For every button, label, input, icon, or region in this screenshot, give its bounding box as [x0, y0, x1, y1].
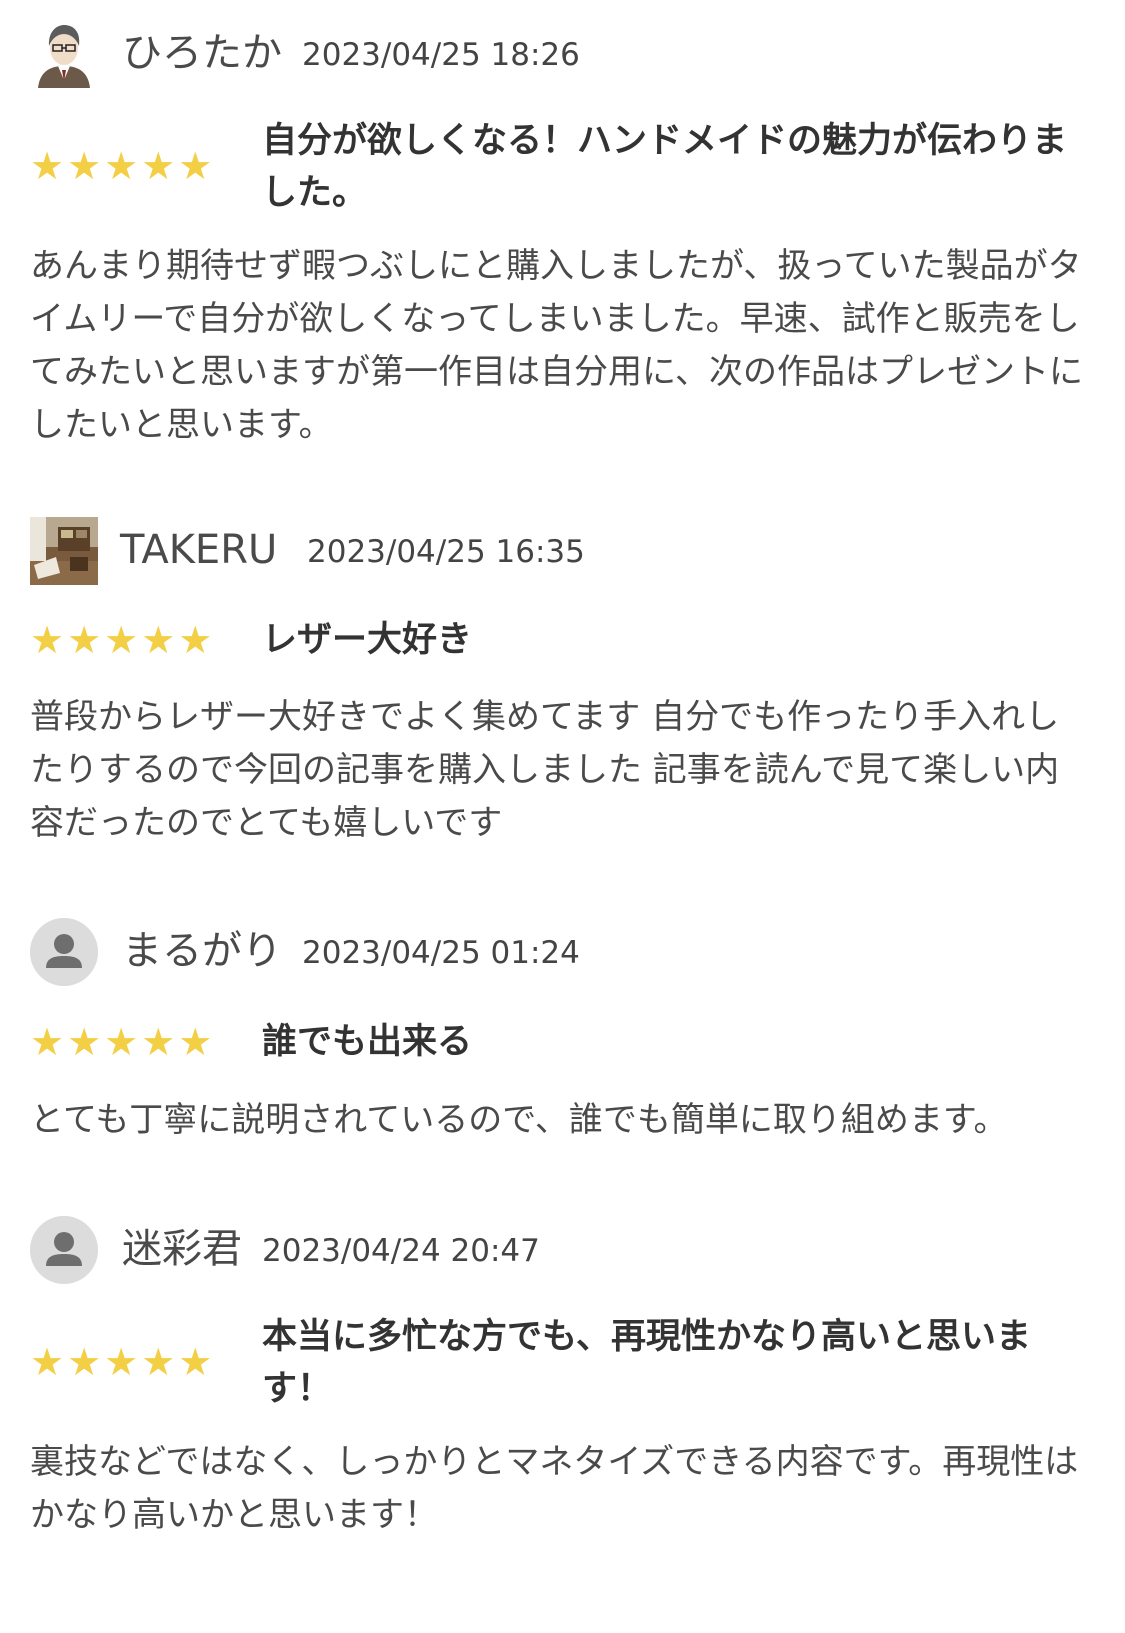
- username[interactable]: ひろたか: [122, 28, 282, 78]
- default-user-icon: [30, 918, 98, 986]
- room-photo-icon: [30, 517, 98, 585]
- review-body: とても丁寧に説明されているので、誰でも簡単に取り組めます。: [30, 1100, 1008, 1140]
- review-title: レザー大好き: [262, 620, 473, 660]
- rating-row: ★★★★★ 自分が欲しくなる！ハンドメイドの魅力が伝わりました。: [0, 115, 1125, 219]
- review-title: 誰でも出来る: [262, 1022, 473, 1062]
- user-avatar[interactable]: [30, 20, 98, 88]
- rating-row: ★★★★★ 誰でも出来る: [0, 1016, 1125, 1068]
- star-rating: ★★★★★: [30, 618, 216, 662]
- star-rating: ★★★★★: [30, 1020, 216, 1064]
- review-timestamp: 2023/04/25 18:26: [302, 37, 580, 73]
- review-header: 迷彩君 2023/04/24 20:47: [0, 1216, 1125, 1296]
- review-item: TAKERU 2023/04/25 16:35 ★★★★★ レザー大好き 普段か…: [0, 517, 1125, 857]
- review-title: 自分が欲しくなる！ハンドメイドの魅力が伝わりました。: [262, 121, 1068, 213]
- review-body: あんまり期待せず暇つぶしにと購入しましたが、扱っていた製品がタイムリーで自分が欲…: [30, 246, 1083, 445]
- username[interactable]: 迷彩君: [122, 1224, 242, 1274]
- review-timestamp: 2023/04/25 01:24: [302, 935, 580, 971]
- review-header: ひろたか 2023/04/25 18:26: [0, 20, 1125, 100]
- username[interactable]: まるがり: [122, 926, 282, 976]
- default-user-icon: [30, 1216, 98, 1284]
- review-item: 迷彩君 2023/04/24 20:47 ★★★★★ 本当に多忙な方でも、再現性…: [0, 1216, 1125, 1626]
- review-timestamp: 2023/04/25 16:35: [307, 534, 585, 570]
- review-item: ひろたか 2023/04/25 18:26 ★★★★★ 自分が欲しくなる！ハンド…: [0, 20, 1125, 460]
- review-body: 普段からレザー大好きでよく集めてます 自分でも作ったり手入れしたりするので今回の…: [30, 697, 1060, 843]
- review-list: ひろたか 2023/04/25 18:26 ★★★★★ 自分が欲しくなる！ハンド…: [0, 0, 1125, 1633]
- review-title: 本当に多忙な方でも、再現性かなり高いと思います！: [262, 1317, 1031, 1409]
- review-header: TAKERU 2023/04/25 16:35: [0, 517, 1125, 597]
- review-timestamp: 2023/04/24 20:47: [262, 1233, 540, 1269]
- rating-row: ★★★★★ 本当に多忙な方でも、再現性かなり高いと思います！: [0, 1311, 1125, 1415]
- user-avatar[interactable]: [30, 517, 98, 585]
- rating-row: ★★★★★ レザー大好き: [0, 614, 1125, 666]
- review-header: まるがり 2023/04/25 01:24: [0, 918, 1125, 998]
- user-avatar[interactable]: [30, 1216, 98, 1284]
- review-item: まるがり 2023/04/25 01:24 ★★★★★ 誰でも出来る とても丁寧…: [0, 918, 1125, 1148]
- user-avatar[interactable]: [30, 918, 98, 986]
- person-illustration-icon: [30, 20, 98, 88]
- star-rating: ★★★★★: [30, 1340, 216, 1384]
- review-body: 裏技などではなく、しっかりとマネタイズできる内容です。再現性はかなり高いかと思い…: [30, 1442, 1079, 1535]
- username[interactable]: TAKERU: [120, 525, 277, 575]
- star-rating: ★★★★★: [30, 144, 216, 188]
